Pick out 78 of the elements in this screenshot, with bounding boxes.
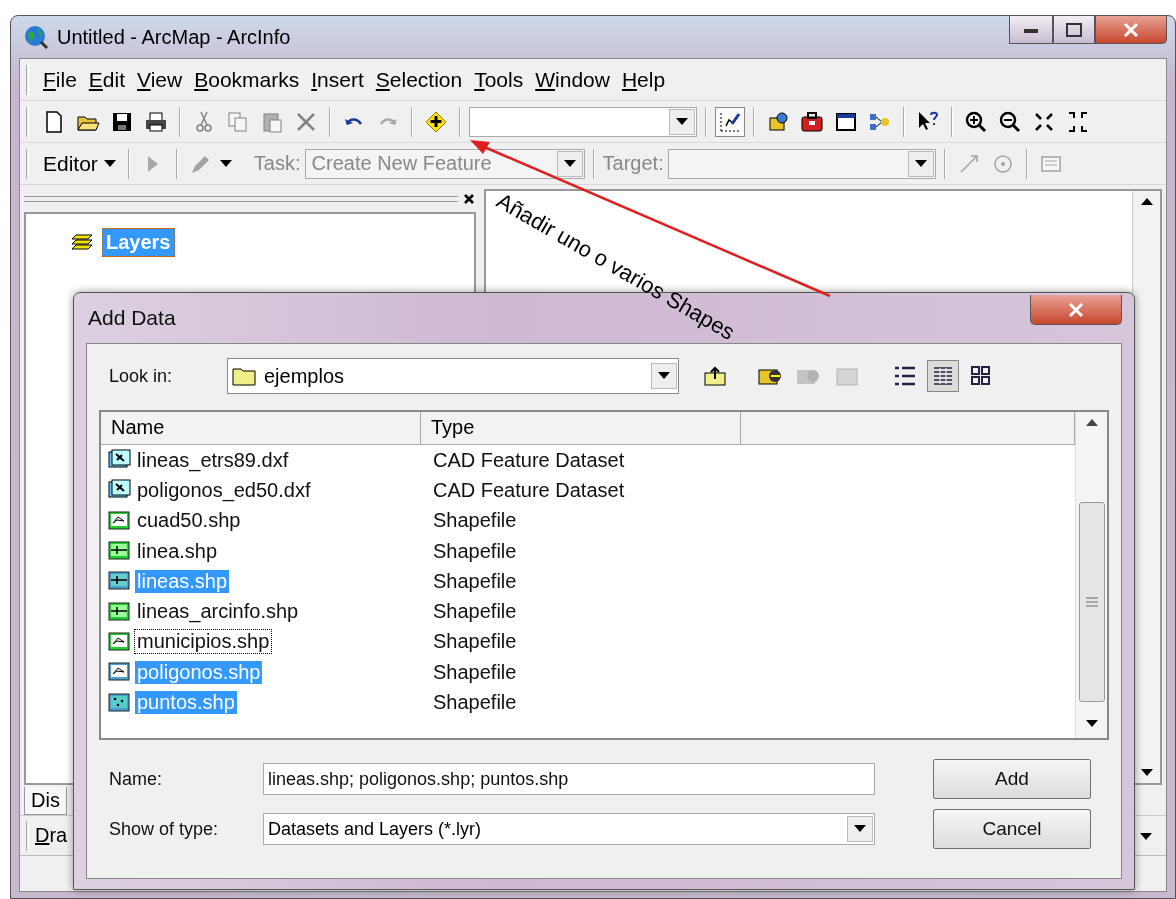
caret-icon <box>219 159 232 168</box>
menu-item[interactable]: View <box>133 65 187 94</box>
look-in-label: Look in: <box>108 365 174 387</box>
file-type: Shapefile <box>432 660 517 684</box>
line-shapefile-icon <box>107 599 133 624</box>
file-type: Shapefile <box>432 569 517 593</box>
file-type: Shapefile <box>432 691 517 714</box>
file-type: Shapefile <box>432 630 517 654</box>
scroll-down-icon <box>1140 769 1153 777</box>
file-name[interactable]: linea.shp <box>135 539 220 563</box>
editor-menu[interactable]: Editor <box>39 151 120 176</box>
look-in-dropdown[interactable]: ejemplos <box>227 358 679 394</box>
file-name[interactable]: municipios.shp <box>135 630 272 654</box>
dialog-title: Add Data <box>87 306 176 330</box>
name-label: Name: <box>108 768 163 790</box>
thumbnails-view-icon <box>969 364 993 388</box>
target-label: Target: <box>602 152 664 175</box>
polygon-shapefile-icon <box>107 508 133 533</box>
file-type: Shapefile <box>432 539 517 563</box>
close-icon[interactable] <box>462 192 476 206</box>
close-icon <box>1067 301 1085 318</box>
close-button[interactable] <box>1030 295 1122 325</box>
menu-item[interactable]: Window <box>531 65 614 94</box>
maximize-button[interactable] <box>1053 16 1095 44</box>
menu-item[interactable]: Help <box>617 65 670 94</box>
catalog-options-icon <box>835 365 859 387</box>
menu-item[interactable]: Selection <box>371 65 467 94</box>
minimize-button[interactable] <box>1009 16 1053 44</box>
display-tab[interactable]: Dis <box>24 787 67 815</box>
scale-field[interactable] <box>469 106 697 137</box>
scroll-up-icon[interactable] <box>1085 418 1098 426</box>
file-name[interactable]: cuad50.shp <box>135 509 243 533</box>
scroll-up-icon[interactable] <box>1140 197 1153 205</box>
dropdown-arrow-icon <box>914 159 927 168</box>
scroll-thumb[interactable] <box>1078 502 1105 702</box>
window-title: Untitled - ArcMap - ArcInfo <box>57 25 291 49</box>
list-view-icon <box>893 364 917 388</box>
vertical-scrollbar[interactable] <box>1075 412 1107 738</box>
scroll-down-icon <box>1085 720 1098 728</box>
up-folder-icon <box>703 365 727 387</box>
dropdown-arrow-icon <box>658 372 670 380</box>
file-name[interactable]: lineas_arcinfo.shp <box>135 600 301 624</box>
dropdown-arrow-icon <box>676 117 688 126</box>
file-type: CAD Feature Dataset <box>432 448 625 472</box>
folder-icon <box>232 366 256 386</box>
column-header[interactable]: Name <box>101 412 421 445</box>
point-shapefile-icon <box>107 690 133 715</box>
globe-icon <box>23 24 49 50</box>
file-name[interactable]: lineas_etrs89.dxf <box>135 448 291 472</box>
details-view-button[interactable] <box>927 360 959 392</box>
file-type: Shapefile <box>432 509 517 533</box>
file-name[interactable]: poligonos_ed50.dxf <box>135 478 313 502</box>
file-type: Shapefile <box>432 600 517 624</box>
details-view-icon <box>931 364 955 388</box>
maximize-icon <box>1066 22 1082 37</box>
drawing-menu[interactable]: Dra <box>35 824 68 847</box>
file-type: CAD Feature Dataset <box>432 478 625 502</box>
dropdown-arrow-icon <box>563 159 576 168</box>
menu-item[interactable]: Tools <box>470 65 528 94</box>
task-label: Task: <box>253 152 301 175</box>
menu-item[interactable]: Bookmarks <box>190 65 304 94</box>
close-button[interactable] <box>1095 16 1167 44</box>
add-button[interactable]: Add <box>933 759 1091 799</box>
caret-icon <box>103 159 116 168</box>
name-field[interactable]: lineas.shp; poligonos.shp; puntos.shp <box>263 763 875 795</box>
editor-toolbar-icon[interactable] <box>715 106 745 137</box>
column-header[interactable]: Type <box>421 412 741 445</box>
cancel-button[interactable]: Cancel <box>933 809 1091 849</box>
menu-item[interactable]: File <box>39 65 81 94</box>
caret-icon <box>1140 832 1152 841</box>
polygon-shapefile-icon <box>107 629 133 654</box>
dropdown-arrow-icon <box>854 825 866 833</box>
minimize-icon <box>1024 26 1038 33</box>
show-of-type-label: Show of type: <box>108 818 220 840</box>
menu-item[interactable]: Insert <box>307 65 368 94</box>
menu-item[interactable]: Edit <box>84 65 130 94</box>
show-of-type-dropdown[interactable]: Datasets and Layers (*.lyr) <box>263 813 875 845</box>
close-icon <box>1122 21 1140 38</box>
